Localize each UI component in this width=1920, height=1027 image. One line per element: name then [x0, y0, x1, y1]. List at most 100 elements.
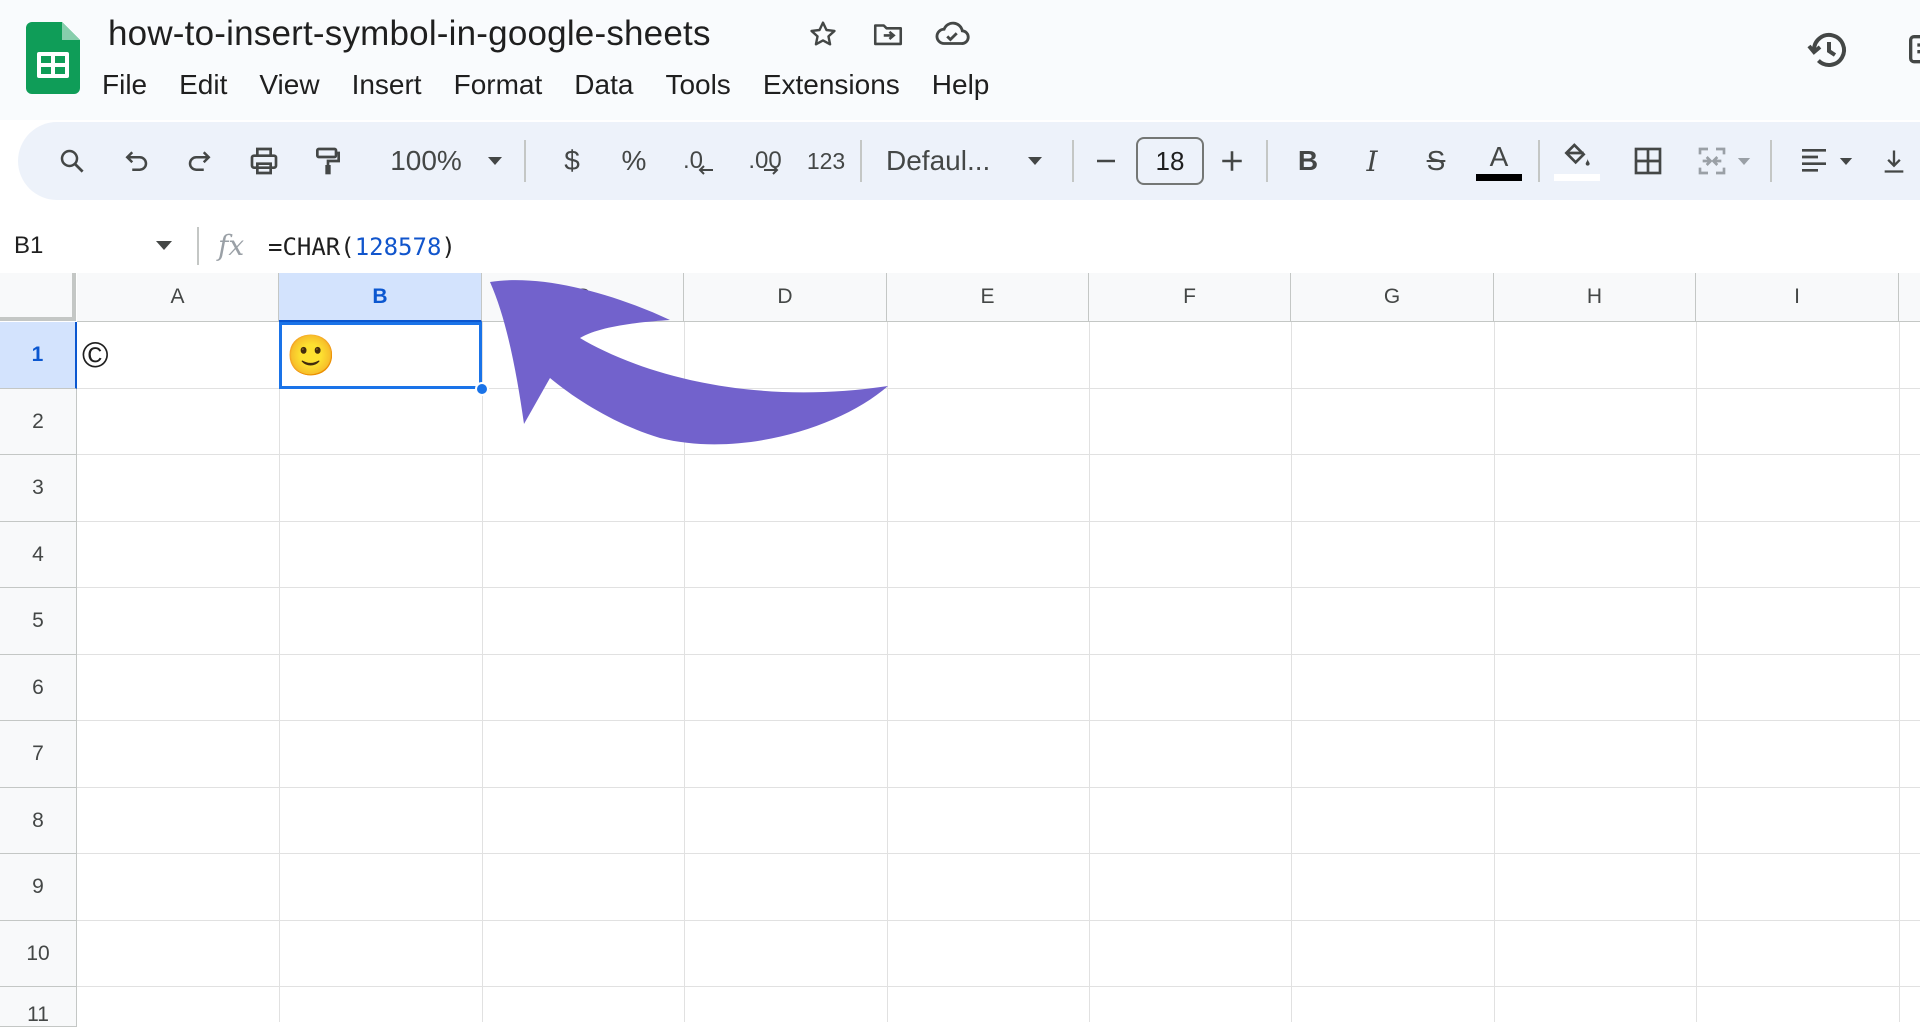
formula-input[interactable]: =CHAR(128578) [268, 231, 456, 263]
percent-format-button[interactable]: % [614, 122, 654, 200]
column-header-i[interactable]: I [1696, 273, 1899, 322]
sheets-logo[interactable] [26, 22, 80, 94]
version-history-icon[interactable] [1805, 26, 1853, 74]
menubar: File Edit View Insert Format Data Tools … [92, 65, 1011, 105]
row-header-5[interactable]: 5 [0, 588, 77, 655]
row-header-6[interactable]: 6 [0, 655, 77, 721]
menu-edit[interactable]: Edit [169, 65, 237, 105]
strikethrough-button[interactable]: S [1416, 122, 1456, 200]
selected-cell-outline [279, 322, 482, 389]
row-header-8[interactable]: 8 [0, 788, 77, 854]
number-format-button[interactable]: 123 [798, 122, 854, 200]
fx-icon: fx [218, 229, 245, 262]
horizontal-align-icon[interactable] [1794, 122, 1834, 200]
text-color-button[interactable]: A [1474, 122, 1524, 200]
star-icon[interactable] [803, 14, 843, 54]
paint-bucket-icon [1564, 142, 1590, 166]
font-size-input[interactable]: 18 [1136, 137, 1204, 185]
gridline [77, 654, 1920, 655]
redo-icon[interactable] [180, 122, 220, 200]
gridline [1291, 322, 1292, 1022]
formula-number: 128578 [354, 233, 442, 261]
cell-a1[interactable]: © [82, 322, 109, 388]
formula-suffix: ) [441, 233, 456, 261]
annotation-arrow [490, 280, 888, 445]
fill-color-button[interactable] [1552, 122, 1602, 200]
text-color-swatch [1476, 173, 1522, 181]
header: how-to-insert-symbol-in-google-sheets Fi… [0, 0, 1920, 120]
vertical-align-icon[interactable] [1876, 122, 1912, 200]
gridline [77, 587, 1920, 588]
row-header-2[interactable]: 2 [0, 389, 77, 455]
gridline [1696, 322, 1697, 1022]
arrow-right-icon [763, 165, 779, 175]
menu-data[interactable]: Data [564, 65, 643, 105]
print-icon[interactable] [244, 122, 284, 200]
gridline [1089, 322, 1090, 1022]
merge-cells-icon[interactable] [1692, 122, 1732, 200]
italic-button[interactable]: I [1352, 122, 1392, 200]
column-header-b[interactable]: B [279, 273, 482, 322]
increase-font-size-icon[interactable] [1214, 122, 1250, 200]
gridline [77, 787, 1920, 788]
cloud-saved-icon[interactable] [932, 14, 972, 54]
font-family-select[interactable]: Defaul... [886, 122, 1006, 200]
menu-view[interactable]: View [249, 65, 329, 105]
row-header-4[interactable]: 4 [0, 522, 77, 588]
toolbar-separator [1538, 140, 1540, 182]
comments-icon[interactable] [1904, 30, 1920, 70]
arrow-left-icon [698, 165, 713, 175]
menu-format[interactable]: Format [444, 65, 553, 105]
menu-tools[interactable]: Tools [655, 65, 740, 105]
move-to-folder-icon[interactable] [868, 14, 908, 54]
zoom-select[interactable]: 100% [376, 122, 476, 200]
paint-format-icon[interactable] [308, 122, 348, 200]
row-header-10[interactable]: 10 [0, 921, 77, 987]
gridline [77, 454, 1920, 455]
zoom-dropdown-icon[interactable] [480, 122, 510, 200]
toolbar: 100% $ % .0 .00 123 Defaul... 18 B I S A [18, 122, 1920, 200]
decrease-decimal-button[interactable]: .0 [674, 122, 724, 200]
formula-bar-separator [197, 227, 199, 265]
name-box[interactable]: B1 [14, 229, 43, 263]
bold-button[interactable]: B [1288, 122, 1328, 200]
column-header-h[interactable]: H [1494, 273, 1696, 322]
fill-color-swatch [1554, 173, 1600, 181]
undo-icon[interactable] [116, 122, 156, 200]
menu-extensions[interactable]: Extensions [753, 65, 910, 105]
row-header-1[interactable]: 1 [0, 322, 77, 389]
row-header-3[interactable]: 3 [0, 455, 77, 522]
formula-bar: B1 fx =CHAR(128578) [0, 219, 1920, 273]
gridline [77, 720, 1920, 721]
gridline [77, 986, 1920, 987]
menu-help[interactable]: Help [922, 65, 1000, 105]
document-title[interactable]: how-to-insert-symbol-in-google-sheets [108, 12, 711, 56]
row-header-9[interactable]: 9 [0, 854, 77, 921]
column-header-j[interactable] [1899, 273, 1920, 322]
merge-dropdown-icon[interactable] [1734, 122, 1754, 200]
align-dropdown-icon[interactable] [1836, 122, 1856, 200]
column-header-f[interactable]: F [1089, 273, 1291, 322]
column-header-a[interactable]: A [77, 273, 279, 322]
select-all-corner[interactable] [0, 273, 76, 321]
gridline [279, 322, 280, 1022]
text-color-label: A [1489, 140, 1509, 172]
column-header-g[interactable]: G [1291, 273, 1494, 322]
font-dropdown-icon[interactable] [1020, 122, 1050, 200]
gridline [1899, 322, 1900, 1022]
name-box-dropdown-icon[interactable] [156, 241, 172, 250]
toolbar-separator [1770, 140, 1772, 182]
decrease-font-size-icon[interactable] [1088, 122, 1124, 200]
row-header-7[interactable]: 7 [0, 721, 77, 788]
column-header-e[interactable]: E [887, 273, 1089, 322]
row-header-11[interactable]: 11 [0, 987, 77, 1027]
toolbar-separator [860, 140, 862, 182]
menu-file[interactable]: File [92, 65, 157, 105]
search-icon[interactable] [52, 122, 92, 200]
menu-insert[interactable]: Insert [342, 65, 432, 105]
toolbar-separator [1266, 140, 1268, 182]
increase-decimal-button[interactable]: .00 [736, 122, 792, 200]
borders-icon[interactable] [1628, 122, 1668, 200]
currency-format-button[interactable]: $ [552, 122, 592, 200]
gridline [77, 521, 1920, 522]
